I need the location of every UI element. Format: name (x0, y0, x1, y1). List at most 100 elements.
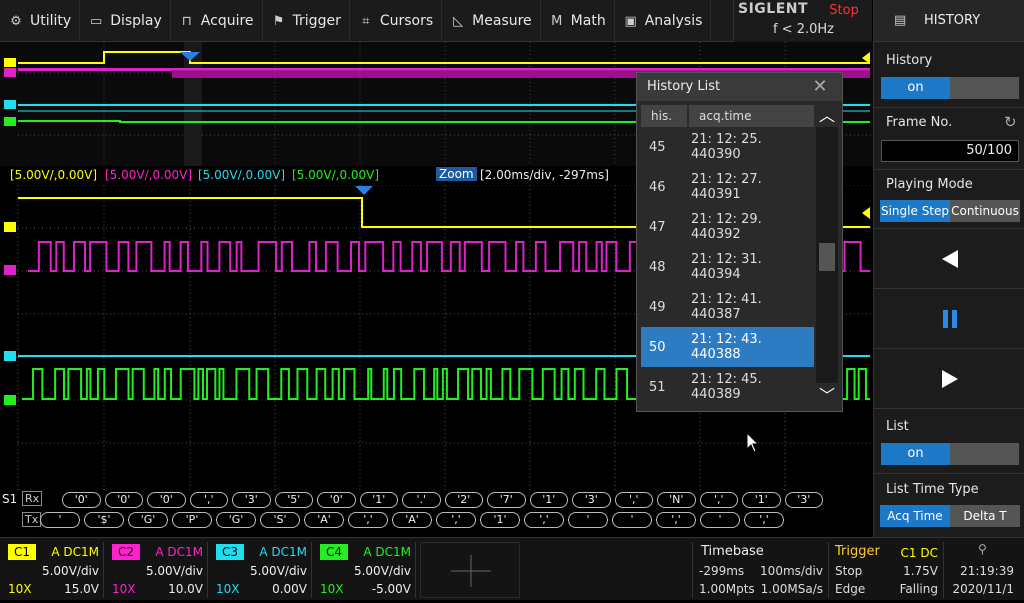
decode-frame: ',' (656, 512, 696, 528)
divider (874, 169, 1024, 170)
trigger-state: Stop (835, 564, 863, 578)
mode-continuous[interactable]: Continuous (950, 200, 1020, 222)
channel-c4-info[interactable]: C4 A DC1M 5.00V/div 10X -5.00V (316, 542, 416, 598)
clock-time: 21:19:39 (960, 564, 1014, 578)
list-toggle-on[interactable]: on (881, 443, 950, 465)
trigger-frequency: f < 2.0Hz (772, 22, 834, 37)
channel-c2-info[interactable]: C2 A DC1M 5.00V/div 10X 10.0V (108, 542, 208, 598)
history-list-row[interactable]: 51 21: 12: 45. 440389 (641, 367, 814, 407)
decode-frame: '1' (529, 492, 568, 508)
refresh-icon[interactable]: ↻ (1004, 113, 1017, 131)
menu-label: Measure (472, 13, 532, 29)
decode-frame: 'G' (216, 512, 256, 528)
row-acq-time: 21: 12: 45. 440389 (691, 372, 762, 402)
channel-offset: 15.0V (64, 582, 99, 596)
gear-icon: ⚙ (10, 13, 22, 29)
channel-vdiv: 5.00V/div (41, 564, 99, 578)
channel-coupling: A DC1M (259, 545, 307, 559)
menu-display[interactable]: ▭ Display (80, 0, 171, 42)
row-acq-time: 21: 12: 27. 440391 (691, 172, 762, 202)
menu-acquire[interactable]: ⊓ Acquire (171, 0, 263, 42)
menu-math[interactable]: M Math (541, 0, 615, 42)
history-list-row[interactable]: 49 21: 12: 41. 440387 (641, 287, 814, 327)
history-list-row[interactable]: 48 21: 12: 31. 440394 (641, 247, 814, 287)
play-backward-button[interactable] (874, 229, 1024, 289)
channel-coupling: A DC1M (155, 545, 203, 559)
time-acq[interactable]: Acq Time (880, 505, 950, 527)
list-toggle[interactable]: on (881, 443, 1019, 465)
scroll-up-icon[interactable]: ︿ (816, 105, 838, 127)
row-index: 48 (649, 259, 666, 275)
history-list-row[interactable]: 47 21: 12: 29. 440392 (641, 207, 814, 247)
channel-probe: 10X (216, 582, 240, 596)
decode-frame: ',' (348, 512, 388, 528)
row-index: 47 (649, 219, 666, 235)
history-toggle[interactable]: on (881, 77, 1019, 99)
history-list-row[interactable]: 50 21: 12: 43. 440388 (641, 327, 814, 367)
add-channel-button[interactable] (420, 542, 520, 598)
decode-frame: ' (700, 512, 740, 528)
menu-trigger[interactable]: ⚑ Trigger (263, 0, 350, 42)
decode-frame: '1' (480, 512, 520, 528)
channel-vdiv: 5.00V/div (353, 564, 411, 578)
channel-c1-info[interactable]: C1 A DC1M 5.00V/div 10X 15.0V (4, 542, 104, 598)
panel-header: ▤ HISTORY (874, 0, 1024, 42)
timebase-label: Timebase (701, 544, 764, 559)
playing-mode-selector[interactable]: Single Step Continuous (880, 200, 1020, 222)
zoom-c1-scale: [5.00V/,0.00V] (10, 168, 98, 182)
timebase-info[interactable]: Timebase -299ms 100ms/div 1.00Mpts 1.00M… (692, 542, 827, 598)
acquire-icon: ⊓ (181, 13, 192, 29)
trigger-level: 1.75V (903, 564, 938, 578)
decode-frame: '2' (444, 492, 483, 508)
list-time-type-selector[interactable]: Acq Time Delta T (880, 505, 1020, 527)
frame-number-input[interactable]: 50/100 (881, 140, 1019, 162)
trigger-slope: Falling (899, 582, 938, 596)
sample-rate: 1.00MSa/s (760, 582, 823, 596)
scrollbar-thumb[interactable] (819, 243, 835, 271)
channel-tag: C4 (320, 544, 348, 560)
trigger-label: Trigger (835, 544, 880, 559)
decode-rx-label: Rx (22, 491, 43, 506)
channel-offset: -5.00V (371, 582, 411, 596)
row-acq-time: 21: 12: 29. 440392 (691, 212, 762, 242)
mode-single-step[interactable]: Single Step (880, 200, 950, 222)
channel-tag: C3 (216, 544, 244, 560)
row-index: 45 (649, 139, 666, 155)
history-toggle-on[interactable]: on (881, 77, 950, 99)
time-delta[interactable]: Delta T (950, 505, 1020, 527)
divider (874, 473, 1024, 474)
zoom-tag[interactable]: Zoom (436, 167, 477, 181)
decode-frame: 'N' (657, 492, 696, 508)
decode-frame: ' (40, 512, 80, 528)
decode-frame: '$' (84, 512, 124, 528)
run-stop-status[interactable]: Stop (816, 1, 872, 21)
decode-frame: '0' (147, 492, 186, 508)
decode-frame: ',' (524, 512, 564, 528)
scroll-down-icon[interactable]: ﹀ (816, 385, 838, 407)
zoom-c3-scale: [5.00V/,0.00V] (198, 168, 286, 182)
menu-measure[interactable]: ◺ Measure (442, 0, 541, 42)
playing-mode-label: Playing Mode (886, 177, 973, 192)
history-list-row[interactable]: 46 21: 12: 27. 440391 (641, 167, 814, 207)
play-forward-button[interactable] (874, 349, 1024, 409)
decode-frame: '0' (317, 492, 356, 508)
menu-utility[interactable]: ⚙ Utility (0, 0, 81, 42)
menu-analysis[interactable]: ▣ Analysis (615, 0, 712, 42)
menu-cursors[interactable]: ⌗ Cursors (350, 0, 443, 42)
plus-icon (451, 555, 491, 587)
history-scrollbar[interactable] (816, 127, 838, 383)
pause-button[interactable] (874, 289, 1024, 349)
decode-frame: ',' (614, 492, 653, 508)
row-index: 51 (649, 379, 666, 395)
close-icon[interactable]: ✕ (805, 76, 835, 98)
decode-frame: '3' (784, 492, 823, 508)
channel-probe: 10X (320, 582, 344, 596)
decode-rx-row: '0' '0' '0' ',' '3' '5' '0' '1' '.' '2' '7' '1' '3' '… (62, 492, 873, 510)
history-list-row[interactable]: 45 21: 12: 25. 440390 (641, 127, 814, 167)
menu-label: Cursors (379, 13, 434, 29)
menu-label: Math (570, 13, 606, 29)
play-backward-icon (941, 249, 958, 268)
channel-c3-info[interactable]: C3 A DC1M 5.00V/div 10X 0.00V (212, 542, 312, 598)
measure-icon: ◺ (453, 13, 464, 29)
trigger-info[interactable]: Trigger C1 DC Stop 1.75V Edge Falling (828, 542, 942, 598)
